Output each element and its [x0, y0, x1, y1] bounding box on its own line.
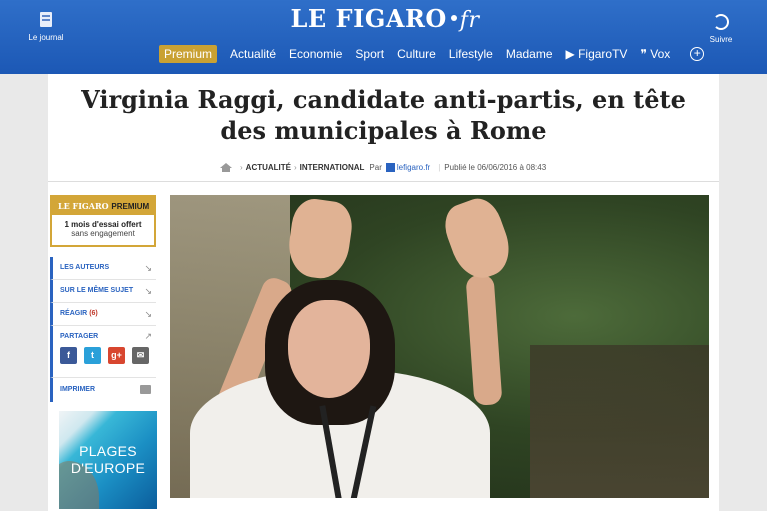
nav-culture[interactable]: Culture [397, 47, 436, 61]
nav-sport[interactable]: Sport [355, 47, 384, 61]
ad-banner[interactable]: PLAGES D'EUROPE [59, 411, 157, 509]
promo-condition: sans engagement [71, 229, 135, 238]
tool-print[interactable]: IMPRIMER [50, 378, 156, 402]
nav-lifestyle[interactable]: Lifestyle [449, 47, 493, 61]
nav-actualite[interactable]: Actualité [230, 47, 276, 61]
breadcrumb-sep-icon: › [240, 162, 243, 172]
article-tools: LES AUTEURS ↘ SUR LE MÊME SUJET ↘ RÉAGIR… [50, 257, 156, 402]
premium-promo[interactable]: LE FIGARO PREMIUM 1 mois d'essai offert … [50, 195, 156, 247]
breadcrumb-sep-icon: › [294, 162, 297, 172]
tool-authors[interactable]: LES AUTEURS ↘ [50, 257, 156, 280]
social-buttons: f t g+ ✉ [60, 347, 156, 364]
newspaper-icon [40, 12, 52, 27]
article-photo [170, 195, 709, 498]
site-logo[interactable]: LE FIGARO fr [280, 4, 490, 34]
breadcrumb-international[interactable]: INTERNATIONAL [300, 163, 365, 172]
tool-share: PARTAGER ↗ f t g+ ✉ [50, 326, 156, 378]
arrow-icon: ↘ [144, 263, 152, 273]
arrow-icon: ↘ [144, 309, 152, 319]
nav-premium[interactable]: Premium [159, 45, 218, 63]
meta-divider: | [438, 162, 441, 172]
nav-vox[interactable]: ❞ Vox [640, 47, 670, 61]
article-title: Virginia Raggi, candidate anti-partis, e… [81, 85, 686, 145]
comment-count: (6) [89, 310, 98, 317]
refresh-icon [713, 14, 729, 30]
tool-react[interactable]: RÉAGIR (6) ↘ [50, 303, 156, 326]
email-icon[interactable]: ✉ [132, 347, 149, 364]
article-page: Virginia Raggi, candidate anti-partis, e… [48, 74, 719, 511]
promo-offer: 1 mois d'essai offert [64, 220, 142, 229]
title-divider [48, 181, 719, 182]
top-header: Le journal LE FIGARO fr Premium Actualité… [0, 0, 767, 74]
ad-text: PLAGES D'EUROPE [70, 443, 146, 476]
home-icon[interactable] [220, 162, 232, 172]
printer-icon [140, 385, 151, 394]
journal-button[interactable]: Le journal [24, 12, 68, 42]
main-nav: Premium Actualité Economie Sport Culture… [159, 44, 705, 64]
byline-prefix: Par [369, 162, 382, 172]
nav-figarotv[interactable]: ▶ FigaroTV [566, 47, 628, 61]
share-label: PARTAGER [60, 333, 99, 340]
follow-label: Suivre [709, 35, 733, 44]
publish-date: Publié le 06/06/2016 à 08:43 [444, 162, 547, 172]
article-meta: › ACTUALITÉ › INTERNATIONAL Par lefigaro… [220, 160, 620, 174]
arrow-icon: ↘ [144, 286, 152, 296]
byline-source[interactable]: lefigaro.fr [397, 163, 430, 172]
tool-same-subject[interactable]: SUR LE MÊME SUJET ↘ [50, 280, 156, 303]
facebook-icon[interactable]: f [60, 347, 77, 364]
follow-button[interactable]: Suivre [699, 14, 743, 44]
nav-madame[interactable]: Madame [506, 47, 553, 61]
journal-label: Le journal [28, 33, 64, 42]
more-plus-icon[interactable]: + [690, 47, 705, 61]
share-icon[interactable]: ↗ [144, 331, 152, 342]
google-plus-icon[interactable]: g+ [108, 347, 125, 364]
nav-economie[interactable]: Economie [289, 47, 342, 61]
premium-band: LE FIGARO PREMIUM [52, 197, 154, 215]
twitter-icon[interactable]: t [84, 347, 101, 364]
breadcrumb-actualite[interactable]: ACTUALITÉ [246, 163, 291, 172]
lefigaro-icon [385, 162, 395, 172]
